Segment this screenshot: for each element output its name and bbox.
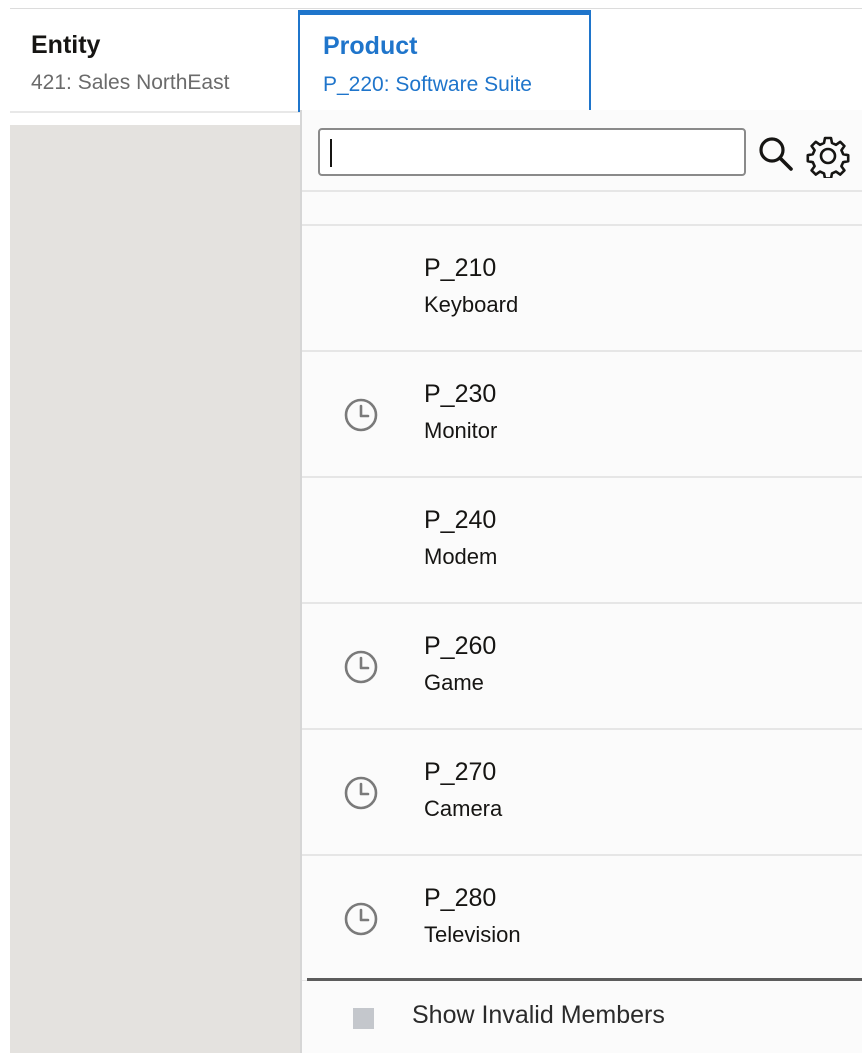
show-invalid-members-label[interactable]: Show Invalid Members (412, 1001, 665, 1030)
member-name: Camera (424, 796, 503, 821)
member-code: P_210 (424, 254, 497, 282)
search-icon[interactable] (756, 134, 796, 174)
product-title: Product (323, 32, 418, 60)
member-name: Modem (424, 544, 498, 569)
member-name: Keyboard (424, 292, 519, 317)
member-name: Monitor (424, 418, 498, 443)
member-code: P_260 (424, 632, 497, 660)
entity-value: 421: Sales NorthEast (31, 71, 230, 94)
list-item[interactable]: P_230 Monitor (302, 352, 862, 478)
gear-icon[interactable] (806, 134, 850, 178)
product-value: P_220: Software Suite (323, 73, 532, 96)
member-code: P_240 (424, 506, 497, 534)
list-item[interactable]: P_260 Game (302, 604, 862, 730)
member-code: P_230 (424, 380, 497, 408)
list-item[interactable]: P_280 Television (302, 856, 862, 982)
clock-icon (344, 902, 378, 936)
member-name: Television (424, 922, 521, 947)
member-list: P_210 Keyboard P_230 Monitor P_240 Modem P_260… (302, 226, 862, 982)
entity-column: Entity 421: Sales NorthEast (10, 9, 300, 1053)
member-selector-page: Entity 421: Sales NorthEast Product P_22… (0, 0, 862, 1053)
clock-icon (344, 398, 378, 432)
search-input[interactable] (318, 128, 746, 176)
member-name: Game (424, 670, 484, 695)
member-dropdown-panel: P_210 Keyboard P_230 Monitor P_240 Modem P_260… (300, 110, 862, 1053)
entity-dimension-tab[interactable]: Entity 421: Sales NorthEast (10, 9, 300, 113)
clock-icon (344, 776, 378, 810)
list-item[interactable]: P_270 Camera (302, 730, 862, 856)
search-divider (302, 190, 862, 192)
text-cursor (330, 139, 332, 167)
list-item[interactable]: P_240 Modem (302, 478, 862, 604)
left-background-panel (10, 125, 300, 1053)
member-code: P_270 (424, 758, 497, 786)
entity-title: Entity (31, 31, 101, 59)
clock-icon (344, 650, 378, 684)
footer: Show Invalid Members (302, 981, 862, 1053)
show-invalid-members-checkbox[interactable] (353, 1008, 374, 1029)
list-item[interactable]: P_210 Keyboard (302, 226, 862, 352)
member-code: P_280 (424, 884, 497, 912)
product-dimension-tab[interactable]: Product P_220: Software Suite (298, 10, 591, 112)
entity-divider (10, 111, 300, 113)
